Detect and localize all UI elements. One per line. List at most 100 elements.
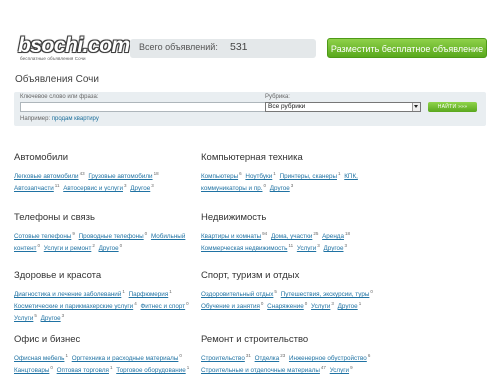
subcategory-link[interactable]: Другое	[270, 185, 290, 192]
subcategory-link[interactable]: Услуги	[330, 367, 349, 374]
chevron-down-icon[interactable]	[412, 103, 420, 111]
subcategory-link[interactable]: Строительные и отделочные материалы	[201, 367, 320, 374]
header: bsochi.com бесплатные объявления Сочи Вс…	[0, 0, 500, 66]
subcategory-count: 2	[92, 243, 95, 249]
subcategory-count: 0	[50, 365, 53, 371]
subcategory-count: 1	[169, 289, 172, 294]
subcategory-count: 3	[290, 183, 294, 189]
subcategory-count: 23	[280, 353, 286, 358]
category-block: Офис и бизнес Офисная мебель 1 Оргтехника …	[14, 334, 196, 375]
subcategory-list: Офисная мебель 1 Оргтехника и расходные м…	[14, 351, 196, 375]
subcategory-list: Компьютеры6 Ноутбуки1 Принтеры, сканеры1…	[201, 169, 376, 193]
subcategory-list: Диагностика и лечение заболеваний1 Парфю…	[14, 287, 196, 323]
subcategory-count: 0	[304, 301, 308, 307]
category-title[interactable]: Спорт, туризм и отдых	[201, 270, 383, 281]
subcategory-link[interactable]: Строительство	[201, 355, 245, 362]
subcategory-count: 9	[350, 365, 353, 371]
subcategory-link[interactable]: Косметические и парикмахерские услуги	[14, 303, 133, 310]
subcategory-count: 1	[186, 365, 190, 371]
subcategory-count: 31	[245, 353, 251, 358]
subcategory-count: 3	[123, 183, 127, 189]
subcategory-link[interactable]: Принтеры, сканеры	[280, 173, 337, 180]
category-select-value: Все рубрики	[268, 103, 306, 110]
subcategory-count: 18	[153, 171, 159, 176]
category-title[interactable]: Ремонт и строительство	[201, 334, 376, 345]
ads-counter: Всего объявлений: 531	[130, 39, 316, 58]
subcategory-list: Оздоровительный отдых5 Путешествия, экск…	[201, 287, 383, 311]
category-label: Рубрика:	[265, 94, 290, 100]
category-block: Компьютерная техника Компьютеры6 Ноутбуки…	[201, 152, 376, 193]
subcategory-link[interactable]: Коммерческая недвижимость	[201, 245, 287, 252]
category-title[interactable]: Недвижимость	[201, 212, 376, 223]
subcategory-link[interactable]: Автозапчасти	[14, 185, 54, 192]
subcategory-count: 3	[331, 301, 334, 307]
subcategory-link[interactable]: Дома, участки	[271, 233, 312, 240]
subcategory-count: 94	[262, 231, 268, 236]
subcategory-link[interactable]: Другое	[41, 315, 61, 322]
subcategory-count: 5	[274, 289, 277, 294]
subcategory-link[interactable]: Путешествия, экскурсии, туры	[281, 291, 370, 298]
site-logo[interactable]: bsochi.com бесплатные объявления Сочи	[18, 35, 130, 62]
subcategory-link[interactable]: Сотовые телефоны	[14, 233, 71, 240]
subcategory-link[interactable]: Ноутбуки	[245, 173, 272, 180]
post-ad-button[interactable]: Разместить бесплатное объявление	[327, 38, 487, 58]
category-title[interactable]: Компьютерная техника	[201, 152, 376, 163]
subcategory-list: Квартиры и комнаты94 Дома, участки25 Аре…	[201, 229, 376, 253]
subcategory-link[interactable]: Торговое оборудование	[116, 367, 185, 374]
subcategory-link[interactable]: Другое	[130, 185, 150, 192]
category-title[interactable]: Здоровье и красота	[14, 270, 196, 281]
search-panel: Ключевое слово или фраза: Рубрика: Все р…	[14, 92, 486, 126]
logo-wordmark: bsochi.com	[18, 34, 130, 57]
subcategory-count: 5	[34, 313, 37, 319]
subcategory-link[interactable]: Грузовые автомобили	[88, 173, 152, 180]
subcategory-link[interactable]: Оргтехника и расходные материалы	[72, 355, 179, 362]
subcategory-link[interactable]: Автосервис и услуги	[63, 185, 123, 192]
example-link[interactable]: продам квартиру	[52, 116, 99, 122]
subcategory-count: 1	[337, 171, 341, 176]
subcategory-link[interactable]: Парфюмерия	[129, 291, 169, 298]
find-button[interactable]: НАЙТИ »»»	[428, 102, 477, 112]
subcategory-count: 0	[263, 183, 266, 189]
subcategory-count: 1	[122, 289, 125, 294]
subcategory-link[interactable]: Квартиры и комнаты	[201, 233, 261, 240]
subcategory-link[interactable]: Легковые автомобили	[14, 173, 79, 180]
category-block: Автомобили Легковые автомобили43 Грузовые…	[14, 152, 189, 193]
keyword-label: Ключевое слово или фраза:	[20, 94, 99, 100]
subcategory-link[interactable]: Офисная мебель	[14, 355, 64, 362]
subcategory-link[interactable]: Услуги и ремонт	[44, 245, 92, 252]
subcategory-link[interactable]: Аренда	[322, 233, 344, 240]
subcategory-link[interactable]: Услуги	[14, 315, 33, 322]
category-title[interactable]: Автомобили	[14, 152, 189, 163]
subcategory-list: Сотовые телефоны9 Проводные телефоны0 Мо…	[14, 229, 189, 253]
keyword-input[interactable]	[20, 102, 273, 112]
subcategory-count: 11	[54, 183, 60, 189]
subcategory-count: 47	[320, 365, 326, 371]
subcategory-count: 4	[134, 301, 137, 307]
subcategory-link[interactable]: Компьютеры	[201, 173, 238, 180]
subcategory-link[interactable]: Отделка	[255, 355, 280, 362]
subcategory-link[interactable]: Услуги	[297, 245, 316, 252]
subcategory-count: 0	[119, 243, 123, 249]
subcategory-link[interactable]: Инженерное обустройство	[289, 355, 367, 362]
subcategory-count: 11	[288, 243, 294, 249]
category-title[interactable]: Офис и бизнес	[14, 334, 196, 345]
category-block: Здоровье и красота Диагностика и лечение …	[14, 270, 196, 323]
subcategory-link[interactable]: Диагностика и лечение заболеваний	[14, 291, 121, 298]
subcategory-link[interactable]: Другое	[338, 303, 358, 310]
category-title[interactable]: Телефоны и связь	[14, 212, 189, 223]
subcategory-link[interactable]: Проводные телефоны	[79, 233, 144, 240]
subcategory-link[interactable]: Оптовая торговля	[57, 367, 109, 374]
subcategory-link[interactable]: Канцтовары	[14, 367, 49, 374]
subcategory-link[interactable]: Другое	[324, 245, 344, 252]
category-select[interactable]: Все рубрики	[265, 102, 421, 112]
subcategory-count: 25	[313, 231, 319, 236]
subcategory-count: 9	[72, 231, 75, 236]
subcategory-link[interactable]: Оздоровительный отдых	[201, 291, 273, 298]
search-example: Например: продам квартиру	[20, 116, 99, 122]
subcategory-link[interactable]: Другое	[99, 245, 119, 252]
subcategory-link[interactable]: Фитнес и спорт	[140, 303, 185, 310]
category-block: Спорт, туризм и отдых Оздоровительный отд…	[201, 270, 383, 311]
subcategory-link[interactable]: Обучение и занятия	[201, 303, 260, 310]
subcategory-link[interactable]: Снаряжение	[267, 303, 304, 310]
subcategory-link[interactable]: Услуги	[311, 303, 330, 310]
